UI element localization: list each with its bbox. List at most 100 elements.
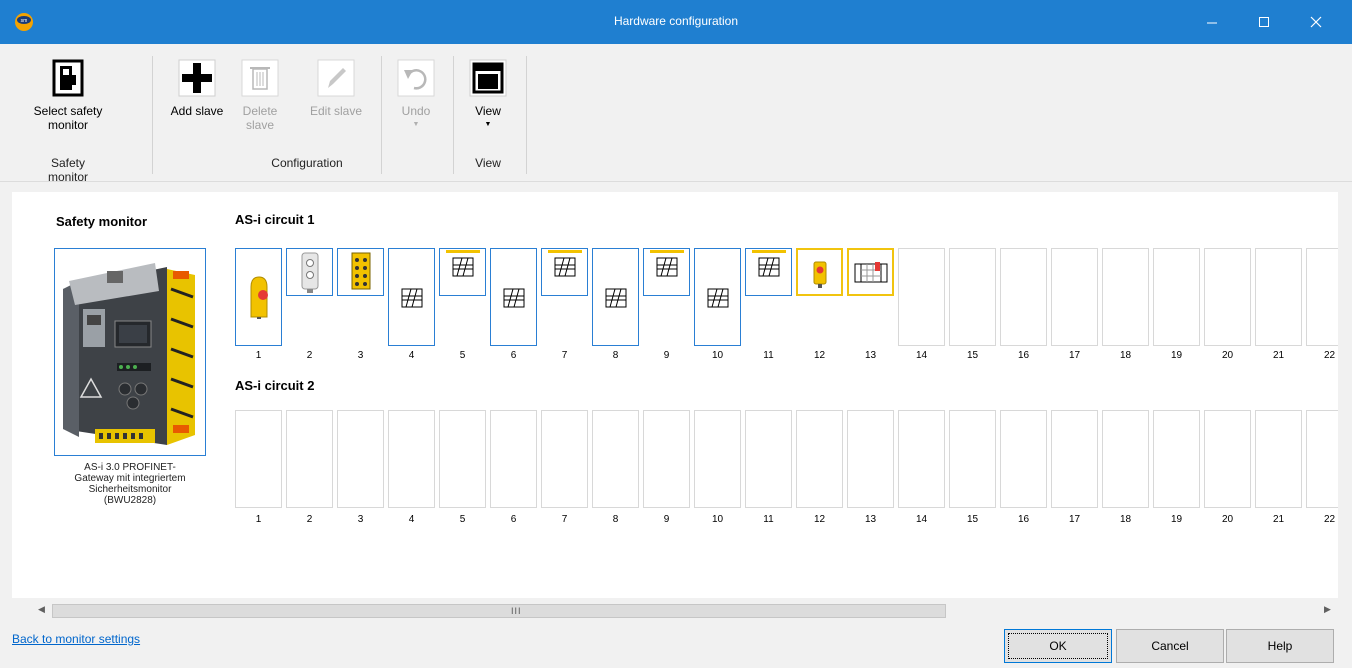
add-slave-label: Add slave xyxy=(170,104,224,118)
undo-button[interactable]: Undo ▼ xyxy=(392,58,440,132)
circuit-2-slot[interactable] xyxy=(694,410,741,508)
slot-number: 18 xyxy=(1119,514,1132,525)
hatched-slave-bar-icon xyxy=(446,250,480,283)
circuit-1-slot[interactable] xyxy=(949,248,996,346)
undo-label: Undo xyxy=(401,104,431,118)
circuit-1-slot[interactable] xyxy=(1000,248,1047,346)
circuit-2-slot[interactable] xyxy=(847,410,894,508)
circuit-1-slot[interactable] xyxy=(1051,248,1098,346)
circuit-1-slot[interactable] xyxy=(286,248,333,296)
select-safety-monitor-button[interactable]: Select safety monitor xyxy=(30,58,106,132)
window-title: Hardware configuration xyxy=(613,14,739,28)
circuit-2-slot[interactable] xyxy=(439,410,486,508)
slot-number: 1 xyxy=(255,350,262,361)
slot-number: 12 xyxy=(813,350,826,361)
circuit-2-slot[interactable] xyxy=(949,410,996,508)
help-button[interactable]: Help xyxy=(1226,629,1334,663)
circuit-1-slot[interactable] xyxy=(235,248,282,346)
circuit-1-slot[interactable] xyxy=(490,248,537,346)
group-label-view: View xyxy=(475,156,501,170)
circuit-1-slot[interactable] xyxy=(1102,248,1149,346)
safety-light-grid-icon xyxy=(851,260,891,289)
slot-number: 15 xyxy=(966,350,979,361)
slot-number: 21 xyxy=(1272,350,1285,361)
cancel-button[interactable]: Cancel xyxy=(1116,629,1224,663)
slot-number: 4 xyxy=(408,514,415,525)
scrollbar-thumb[interactable]: III xyxy=(52,604,946,618)
delete-slave-label-1: Delete xyxy=(242,104,278,118)
edit-slave-label: Edit slave xyxy=(309,104,363,118)
circuit-2-slot[interactable] xyxy=(796,410,843,508)
circuit-2-slot[interactable] xyxy=(1051,410,1098,508)
slot-number: 3 xyxy=(357,514,364,525)
select-safety-monitor-label-1: Select safety xyxy=(33,104,103,118)
ok-button[interactable]: OK xyxy=(1004,629,1112,663)
circuit-1-slot[interactable] xyxy=(1204,248,1251,346)
slot-number: 16 xyxy=(1017,514,1030,525)
back-to-monitor-settings-link[interactable]: Back to monitor settings xyxy=(12,632,140,646)
circuit-1-slot[interactable] xyxy=(1306,248,1338,346)
undo-dropdown-icon: ▼ xyxy=(412,121,420,128)
circuit-1-slot[interactable] xyxy=(1153,248,1200,346)
safety-monitor-device[interactable] xyxy=(54,248,206,456)
circuit-1-slot[interactable] xyxy=(796,248,843,296)
circuit-2-slot[interactable] xyxy=(235,410,282,508)
yellow-emergency-stop-icon xyxy=(247,273,271,322)
edit-slave-button[interactable]: Edit slave xyxy=(302,58,370,118)
safety-monitor-title: Safety monitor xyxy=(56,214,148,229)
slot-number: 12 xyxy=(813,514,826,525)
circuit-2-slot[interactable] xyxy=(541,410,588,508)
circuit-1-slot[interactable] xyxy=(694,248,741,346)
circuit-1-slot[interactable] xyxy=(388,248,435,346)
circuit-1-slot[interactable] xyxy=(541,248,588,296)
circuit-1-slot[interactable] xyxy=(898,248,945,346)
slot-number: 10 xyxy=(711,514,724,525)
circuit-2-slot[interactable] xyxy=(643,410,690,508)
horizontal-scrollbar[interactable]: ◀ III ▶ xyxy=(34,602,1340,619)
circuit-2-slot[interactable] xyxy=(1000,410,1047,508)
delete-slave-button[interactable]: Delete slave xyxy=(238,58,282,132)
view-button[interactable]: View ▼ xyxy=(466,58,510,132)
scroll-left-icon[interactable]: ◀ xyxy=(38,604,45,615)
slot-number: 22 xyxy=(1323,350,1336,361)
slot-number: 9 xyxy=(663,514,670,525)
trash-icon xyxy=(241,59,279,97)
circuit-2-title: AS-i circuit 2 xyxy=(235,378,315,393)
close-icon xyxy=(1310,16,1322,28)
circuit-2-slot[interactable] xyxy=(388,410,435,508)
ribbon-separator xyxy=(152,56,153,174)
slot-number: 17 xyxy=(1068,350,1081,361)
circuit-2-slot[interactable] xyxy=(1153,410,1200,508)
circuit-2-slot[interactable] xyxy=(337,410,384,508)
circuit-1-slot[interactable] xyxy=(1255,248,1302,346)
circuit-1-slot[interactable] xyxy=(847,248,894,296)
scroll-right-icon[interactable]: ▶ xyxy=(1324,604,1331,615)
circuit-2-slot[interactable] xyxy=(1306,410,1338,508)
circuit-1-slot[interactable] xyxy=(643,248,690,296)
plus-icon xyxy=(178,59,216,97)
circuit-1-slot[interactable] xyxy=(337,248,384,296)
slot-number: 20 xyxy=(1221,514,1234,525)
circuit-2-slot[interactable] xyxy=(490,410,537,508)
slot-number: 20 xyxy=(1221,350,1234,361)
focus-rectangle xyxy=(1008,633,1108,659)
slot-number: 14 xyxy=(915,514,928,525)
maximize-button[interactable] xyxy=(1241,0,1287,44)
slot-number: 21 xyxy=(1272,514,1285,525)
slot-number: 7 xyxy=(561,514,568,525)
close-button[interactable] xyxy=(1293,0,1339,44)
minimize-button[interactable] xyxy=(1189,0,1235,44)
delete-slave-label-2: slave xyxy=(245,118,274,132)
circuit-2-slot[interactable] xyxy=(898,410,945,508)
circuit-2-slot[interactable] xyxy=(1255,410,1302,508)
circuit-1-slot[interactable] xyxy=(745,248,792,296)
circuit-1-title: AS-i circuit 1 xyxy=(235,212,315,227)
circuit-1-slot[interactable] xyxy=(439,248,486,296)
circuit-2-slot[interactable] xyxy=(592,410,639,508)
circuit-2-slot[interactable] xyxy=(745,410,792,508)
circuit-2-slot[interactable] xyxy=(1204,410,1251,508)
circuit-2-slot[interactable] xyxy=(1102,410,1149,508)
add-slave-button[interactable]: Add slave xyxy=(162,58,232,118)
circuit-1-slot[interactable] xyxy=(592,248,639,346)
circuit-2-slot[interactable] xyxy=(286,410,333,508)
